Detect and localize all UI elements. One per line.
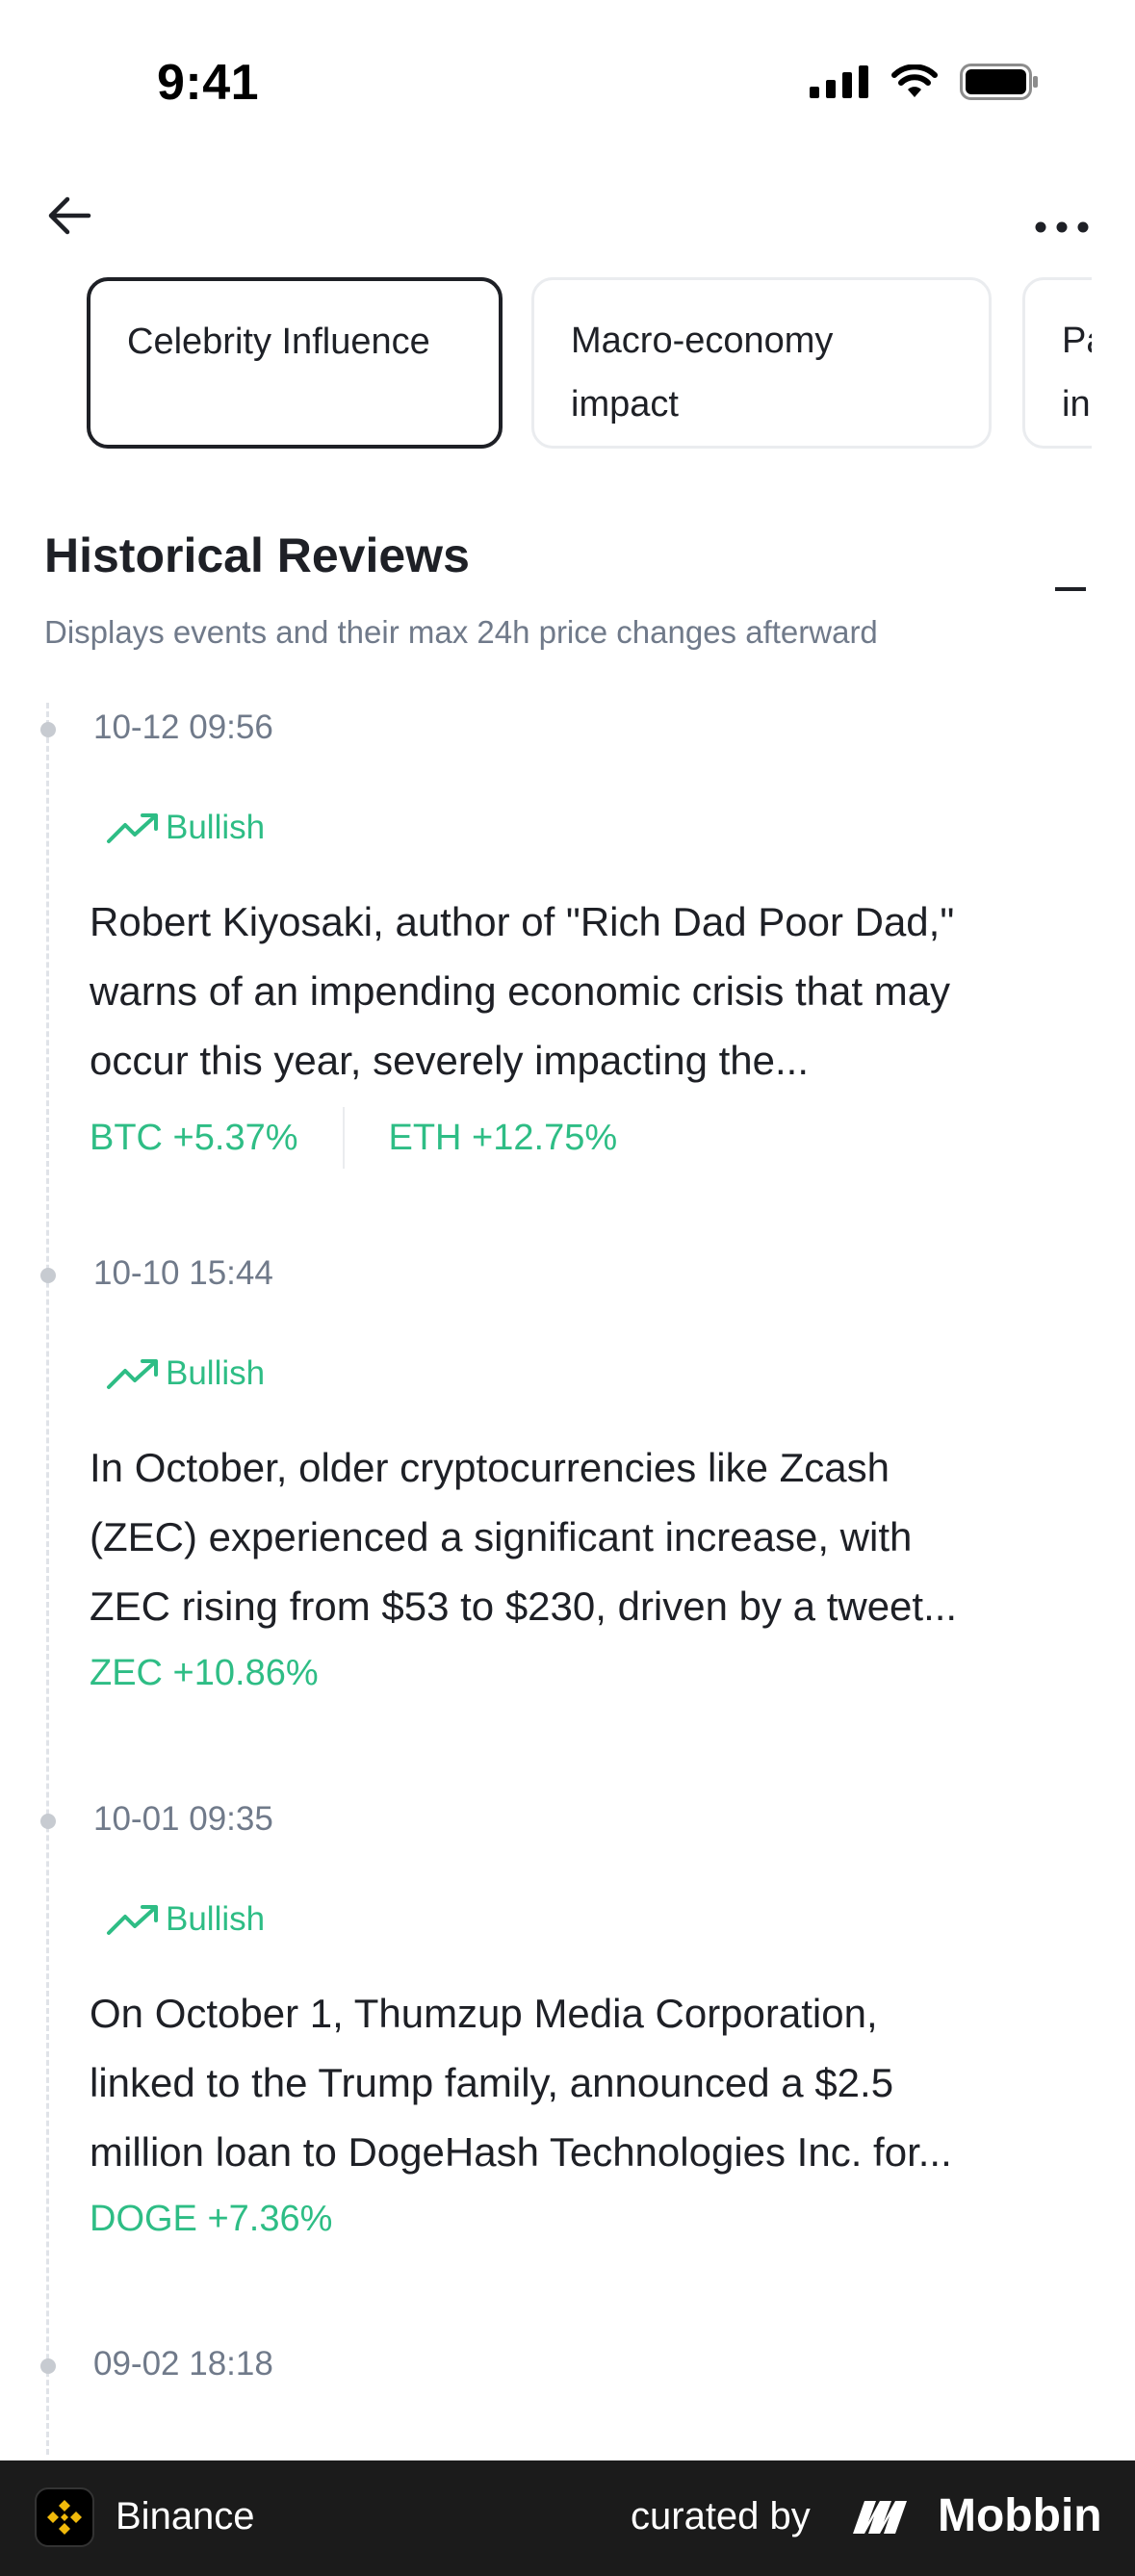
mobbin-brand-name: Mobbin — [938, 2490, 1102, 2541]
description-line: On October 1, Thumzup Media Corporation, — [90, 1991, 878, 2036]
tab-label: Pa — [1062, 321, 1092, 361]
binance-diamond-icon — [47, 2500, 82, 2535]
binance-logo-icon — [35, 2487, 94, 2547]
category-tabs: Celebrity Influence Macro-economy impact… — [87, 277, 1092, 451]
divider — [342, 1107, 345, 1169]
timeline-dot — [40, 1268, 56, 1283]
trending-up-icon — [107, 813, 158, 843]
footer-bar: Binance curated by Mobbin — [0, 2460, 1135, 2576]
tab-label: Celebrity Influence — [127, 322, 430, 362]
description-line: Robert Kiyosaki, author of "Rich Dad Poo… — [90, 899, 955, 944]
sentiment-badge: Bullish — [106, 1900, 265, 1939]
mobbin-brand: Mobbin — [851, 2489, 1102, 2542]
section-title: Historical Reviews — [44, 528, 470, 582]
description-line: linked to the Trump family, announced a … — [90, 2060, 894, 2105]
app-name: Binance — [116, 2495, 255, 2537]
description-line: ZEC rising from $53 to $230, driven by a… — [90, 1584, 958, 1629]
mobbin-logo-icon — [853, 2500, 907, 2534]
price-change-btc[interactable]: BTC +5.37% — [90, 1118, 298, 1159]
event-time: 10-10 15:44 — [93, 1254, 273, 1292]
sentiment-badge: Bullish — [106, 809, 265, 847]
price-change-eth[interactable]: ETH +12.75% — [389, 1118, 618, 1159]
sentiment-label: Bullish — [166, 1900, 266, 1938]
nav-bar — [0, 173, 1135, 250]
event-description: On October 1, Thumzup Media Corporation,… — [90, 1979, 1081, 2187]
sentiment-label: Bullish — [166, 809, 266, 846]
event-time: 10-12 09:56 — [93, 708, 273, 746]
historical-reviews-header: Historical Reviews Displays events and t… — [44, 528, 1094, 650]
tab-celebrity-influence[interactable]: Celebrity Influence — [87, 277, 503, 449]
price-changes: BTC +5.37% ETH +12.75% — [90, 1107, 617, 1169]
description-line: warns of an impending economic crisis th… — [90, 968, 951, 1014]
collapse-icon[interactable] — [1055, 587, 1086, 591]
battery-icon — [960, 64, 1038, 100]
trending-up-icon — [107, 1359, 158, 1389]
more-horizontal-icon — [1035, 221, 1089, 233]
price-change-zec[interactable]: ZEC +10.86% — [90, 1653, 319, 1694]
tab-label: in — [1062, 384, 1091, 425]
event-description: In October, older cryptocurrencies like … — [90, 1433, 1081, 1641]
status-time: 9:41 — [157, 55, 260, 111]
timeline-dot — [40, 2358, 56, 2374]
event-description: Robert Kiyosaki, author of "Rich Dad Poo… — [90, 888, 1081, 1095]
price-change-doge[interactable]: DOGE +7.36% — [90, 2199, 332, 2240]
tab-partial[interactable]: Pa in — [1022, 277, 1092, 449]
description-line: million loan to DogeHash Technologies In… — [90, 2129, 952, 2175]
tab-macro-economy-impact[interactable]: Macro-economy impact — [531, 277, 992, 449]
status-bar: 9:41 — [0, 0, 1135, 164]
tab-label: impact — [571, 384, 679, 425]
timeline-dot — [40, 1814, 56, 1829]
event-time: 09-02 18:18 — [93, 2345, 273, 2383]
wifi-icon — [891, 64, 938, 97]
back-button[interactable] — [42, 187, 100, 245]
section-subtitle: Displays events and their max 24h price … — [44, 614, 878, 650]
price-changes: ZEC +10.86% — [90, 1653, 319, 1694]
cellular-signal-icon — [810, 65, 868, 98]
description-line: In October, older cryptocurrencies like … — [90, 1445, 890, 1490]
tab-label: Macro-economy — [571, 321, 834, 361]
events-timeline: 10-12 09:56 Bullish Robert Kiyosaki, aut… — [0, 703, 1135, 2455]
description-line: (ZEC) experienced a significant increase… — [90, 1514, 913, 1559]
description-line: occur this year, severely impacting the.… — [90, 1038, 809, 1083]
price-changes: DOGE +7.36% — [90, 2199, 332, 2240]
curated-by-label: curated by — [631, 2495, 811, 2537]
more-options-button[interactable] — [1031, 187, 1093, 245]
timeline-line — [46, 703, 49, 2455]
trending-up-icon — [107, 1905, 158, 1935]
arrow-left-icon — [48, 196, 91, 235]
sentiment-label: Bullish — [166, 1354, 266, 1392]
status-icons — [810, 64, 1039, 100]
sentiment-badge: Bullish — [106, 1354, 265, 1393]
timeline-dot — [40, 722, 56, 737]
event-time: 10-01 09:35 — [93, 1800, 273, 1838]
